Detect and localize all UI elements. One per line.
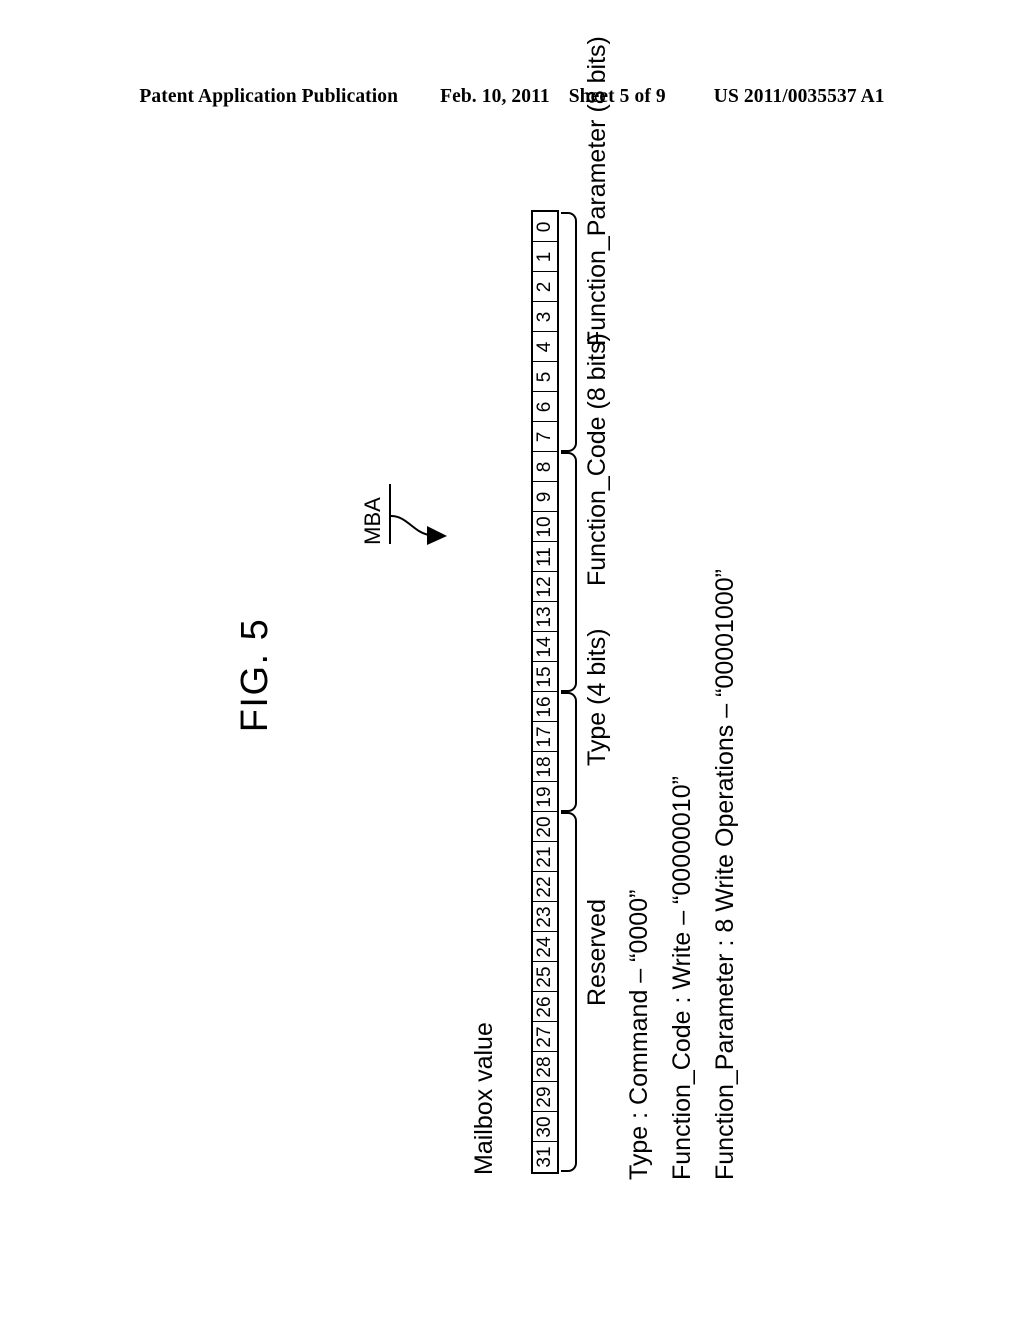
header-date: Feb. 10, 2011 bbox=[440, 86, 550, 107]
bit-cell: 19 bbox=[533, 782, 557, 812]
bit-cell: 10 bbox=[533, 512, 557, 542]
field-label: Function_Code (8 bits) bbox=[583, 333, 611, 586]
bit-cell: 3 bbox=[533, 302, 557, 332]
bit-index-label: 0 bbox=[534, 221, 555, 232]
description-line-type: Type : Command – “0000” bbox=[625, 889, 653, 1180]
bit-cell: 4 bbox=[533, 332, 557, 362]
bit-index-label: 14 bbox=[534, 635, 555, 658]
bit-cell: 8 bbox=[533, 452, 557, 482]
bit-index-label: 26 bbox=[534, 995, 555, 1018]
bit-index-label: 4 bbox=[534, 341, 555, 352]
bit-index-label: 10 bbox=[534, 515, 555, 538]
bit-cell: 21 bbox=[533, 842, 557, 872]
bit-index-label: 25 bbox=[534, 965, 555, 988]
bit-index-label: 17 bbox=[534, 725, 555, 748]
mba-leader-arrow-icon bbox=[390, 515, 447, 545]
field-label: Function_Parameter (8 bits) bbox=[583, 36, 611, 346]
bit-cell: 2 bbox=[533, 272, 557, 302]
bit-index-label: 29 bbox=[534, 1085, 555, 1108]
bit-cell: 26 bbox=[533, 992, 557, 1022]
bit-cell: 1 bbox=[533, 242, 557, 272]
bit-index-label: 20 bbox=[534, 815, 555, 838]
bit-cell: 11 bbox=[533, 542, 557, 572]
bit-cell: 9 bbox=[533, 482, 557, 512]
field-brace bbox=[561, 452, 577, 692]
bit-cell: 18 bbox=[533, 752, 557, 782]
header-patent-number: US 2011/0035537 A1 bbox=[713, 86, 885, 107]
bit-cell: 29 bbox=[533, 1082, 557, 1112]
bit-cell: 14 bbox=[533, 632, 557, 662]
field-brace bbox=[561, 812, 577, 1172]
bit-index-label: 6 bbox=[534, 401, 555, 412]
bit-cell: 30 bbox=[533, 1112, 557, 1142]
bit-cell: 16 bbox=[533, 692, 557, 722]
bit-index-label: 5 bbox=[534, 371, 555, 382]
field-brace bbox=[561, 212, 577, 452]
bit-index-label: 31 bbox=[534, 1146, 555, 1168]
bit-cell: 0 bbox=[533, 212, 557, 242]
bit-cell: 12 bbox=[533, 572, 557, 602]
description-line-function-parameter: Function_Parameter : 8 Write Operations … bbox=[711, 569, 739, 1180]
field-label: Type (4 bits) bbox=[583, 628, 611, 766]
bit-index-label: 7 bbox=[534, 431, 555, 442]
bit-cell: 28 bbox=[533, 1052, 557, 1082]
bit-index-label: 21 bbox=[534, 845, 555, 868]
bit-index-label: 28 bbox=[534, 1055, 555, 1078]
description-line-function-code: Function_Code : Write – “00000010” bbox=[668, 776, 696, 1180]
bit-cell: 13 bbox=[533, 602, 557, 632]
bit-index-label: 9 bbox=[534, 491, 555, 502]
mailbox-bitfield: 0 1 2 3 4 5 6 7 8 9 10 11 12 13 14 15 16 17 18 19 20 21 22 23 24… bbox=[531, 210, 559, 1174]
figure-title: FIG. 5 bbox=[234, 617, 276, 733]
bit-index-label: 15 bbox=[534, 665, 555, 688]
field-brace bbox=[561, 692, 577, 812]
bit-cell: 17 bbox=[533, 722, 557, 752]
bit-index-label: 11 bbox=[534, 546, 555, 567]
bit-index-label: 3 bbox=[534, 311, 555, 322]
bit-index-label: 24 bbox=[534, 935, 555, 958]
bit-cell: 31 bbox=[533, 1142, 557, 1172]
bit-cell: 15 bbox=[533, 662, 557, 692]
publication-header: Patent Application Publication Feb. 10, … bbox=[0, 86, 1024, 108]
header-date-sheet: Feb. 10, 2011 Sheet 5 of 9 bbox=[440, 86, 666, 108]
mba-pointer-group: MBA bbox=[355, 480, 465, 580]
bit-index-label: 30 bbox=[534, 1115, 555, 1138]
bit-index-label: 16 bbox=[534, 695, 555, 718]
mailbox-value-caption: Mailbox value bbox=[470, 1022, 498, 1175]
bit-cell: 22 bbox=[533, 872, 557, 902]
bit-index-label: 1 bbox=[534, 251, 555, 262]
bit-index-label: 23 bbox=[534, 905, 555, 928]
bit-index-label: 2 bbox=[534, 281, 555, 292]
bit-index-label: 13 bbox=[534, 605, 555, 628]
bit-cell: 27 bbox=[533, 1022, 557, 1052]
field-label: Reserved bbox=[583, 899, 611, 1006]
bit-cell: 6 bbox=[533, 392, 557, 422]
bit-cell: 5 bbox=[533, 362, 557, 392]
bit-cell: 25 bbox=[533, 962, 557, 992]
bit-index-label: 19 bbox=[534, 785, 555, 808]
bit-index-label: 8 bbox=[534, 461, 555, 472]
bit-index-label: 27 bbox=[534, 1025, 555, 1048]
bit-cell: 24 bbox=[533, 932, 557, 962]
header-publication-type: Patent Application Publication bbox=[139, 86, 399, 107]
bit-index-label: 12 bbox=[534, 575, 555, 598]
bit-index-label: 18 bbox=[534, 755, 555, 778]
bit-cell: 20 bbox=[533, 812, 557, 842]
bit-index-label: 22 bbox=[534, 875, 555, 898]
bit-cell: 7 bbox=[533, 422, 557, 452]
bit-cell: 23 bbox=[533, 902, 557, 932]
